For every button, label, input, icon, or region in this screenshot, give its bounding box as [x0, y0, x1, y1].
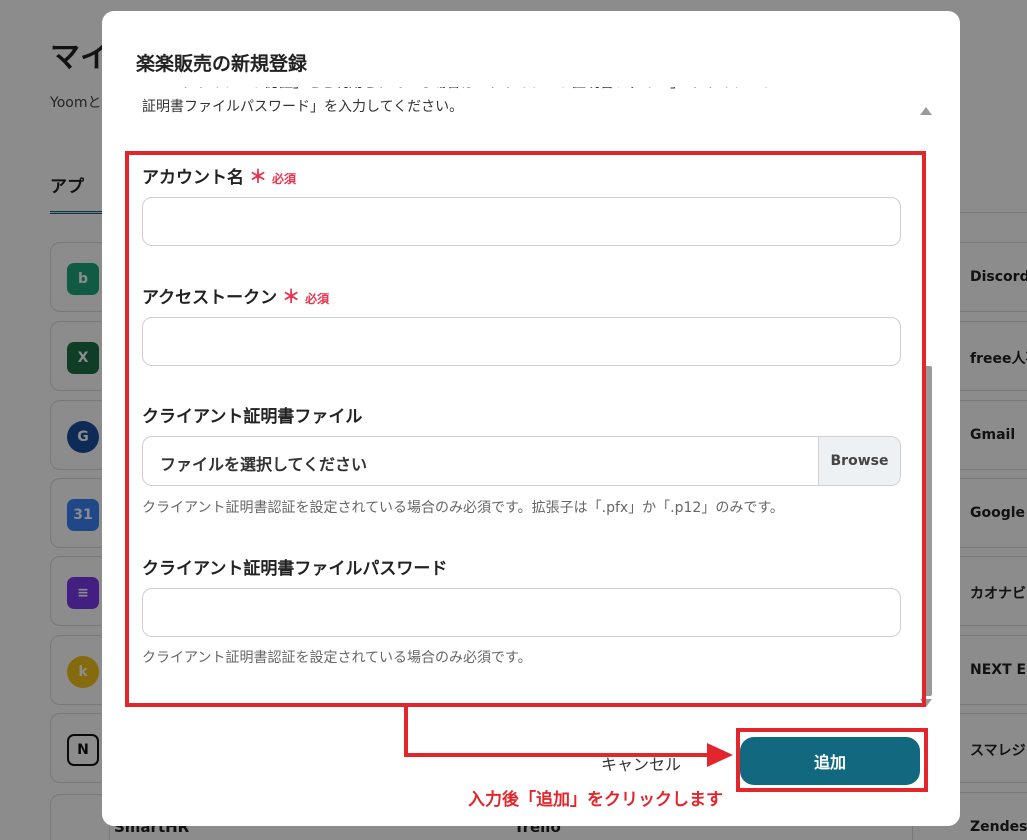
form-highlight-box — [125, 151, 926, 707]
arrow-right-icon — [707, 743, 733, 767]
add-button-highlight-box — [736, 728, 928, 792]
modal-title: 楽楽販売の新規登録 — [136, 53, 308, 75]
intro-text: 「SSLクライアント認証」をご利用されている場合は「クライアント証明書ファイル」… — [142, 87, 902, 119]
cancel-button[interactable]: キャンセル — [551, 739, 731, 787]
register-modal: 楽楽販売の新規登録 「SSLクライアント認証」をご利用されている場合は「クライア… — [102, 11, 960, 826]
scroll-up-arrow-icon[interactable] — [920, 107, 932, 115]
annotation-arrow-line — [404, 707, 408, 757]
intro-line-1: 「SSLクライアント認証」をご利用されている場合は「クライアント証明書ファイル」… — [142, 87, 774, 95]
intro-line-2: 証明書ファイルパスワード」を入力してください。 — [142, 99, 464, 115]
annotation-text: 入力後「追加」をクリックします — [468, 790, 723, 810]
annotation-arrow-line — [404, 753, 710, 757]
